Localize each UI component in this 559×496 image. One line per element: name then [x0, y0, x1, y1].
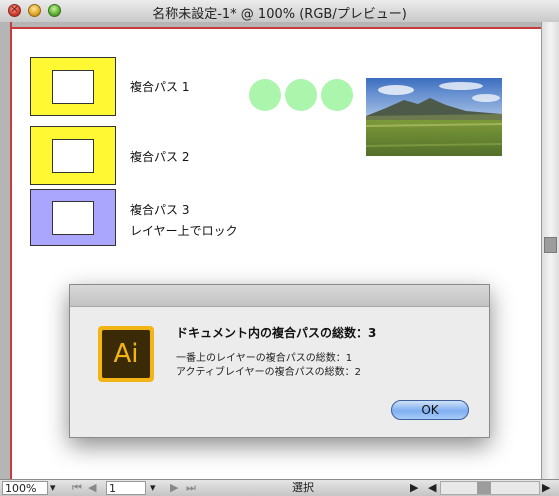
status-text: 選択 [292, 481, 314, 494]
page-field[interactable]: 1 [106, 481, 146, 495]
title-bar: × 名称未設定-1* @ 100% (RGB/プレビュー) [0, 0, 559, 23]
first-page-icon[interactable]: ⏮ [72, 481, 82, 495]
ok-button[interactable]: OK [391, 400, 469, 420]
compound-path-2-shape[interactable] [30, 126, 116, 185]
next-page-icon[interactable]: ▶ [170, 481, 178, 495]
scroll-right-icon[interactable]: ▶ [542, 481, 550, 495]
dialog-line-top-layer: 一番上のレイヤーの複合パスの総数：1 [176, 353, 353, 364]
prev-page-icon[interactable]: ◀ [88, 481, 96, 495]
green-circle-3[interactable] [321, 79, 353, 111]
zoom-field[interactable]: 100% [2, 481, 48, 495]
window-title: 名称未設定-1* @ 100% (RGB/プレビュー) [152, 7, 407, 22]
compound-path-1-label: 複合パス 1 [130, 80, 190, 94]
page-dropdown-icon[interactable]: ▾ [150, 481, 156, 495]
horizontal-scroll-thumb[interactable] [477, 482, 491, 494]
dialog-heading: ドキュメント内の複合パスの総数：3 [176, 326, 377, 340]
zoom-value: 100% [5, 482, 37, 495]
compound-path-3-shape[interactable] [30, 189, 116, 246]
green-circle-2[interactable] [285, 79, 317, 111]
compound-path-3-label: 複合パス 3 [130, 203, 190, 217]
compound-path-1-shape[interactable] [30, 57, 116, 116]
landscape-photo[interactable] [366, 78, 502, 156]
horizontal-scrollbar[interactable] [440, 481, 540, 495]
compound-path-count-dialog: Ai ドキュメント内の複合パスの総数：3 一番上のレイヤーの複合パスの総数：1 … [69, 284, 490, 438]
vertical-scroll-thumb[interactable] [544, 237, 557, 253]
locked-on-layer-label: レイヤー上でロック [130, 224, 238, 238]
ai-logo-text: Ai [102, 330, 150, 378]
compound-path-hole [52, 139, 94, 173]
green-circle-1[interactable] [249, 79, 281, 111]
dialog-line-active-layer: アクティブレイヤーの複合パスの総数：2 [176, 367, 361, 378]
dialog-title-bar [70, 285, 489, 307]
page-value: 1 [109, 482, 116, 495]
artboard-border-top [10, 27, 541, 29]
scroll-left-icon[interactable]: ◀ [428, 481, 436, 495]
last-page-icon[interactable]: ⏭ [186, 481, 196, 495]
compound-path-hole [52, 201, 94, 235]
illustrator-app-icon: Ai [98, 326, 154, 382]
status-bar: 100% ▾ ⏮ ◀ 1 ▾ ▶ ⏭ 選択 ▶ ◀ ▶ [0, 479, 559, 496]
compound-path-hole [52, 70, 94, 104]
artboard-border-left [10, 22, 12, 479]
compound-path-2-label: 複合パス 2 [130, 150, 190, 164]
status-menu-icon[interactable]: ▶ [410, 481, 418, 495]
zoom-dropdown-icon[interactable]: ▾ [50, 481, 56, 495]
vertical-scrollbar[interactable] [541, 22, 559, 479]
